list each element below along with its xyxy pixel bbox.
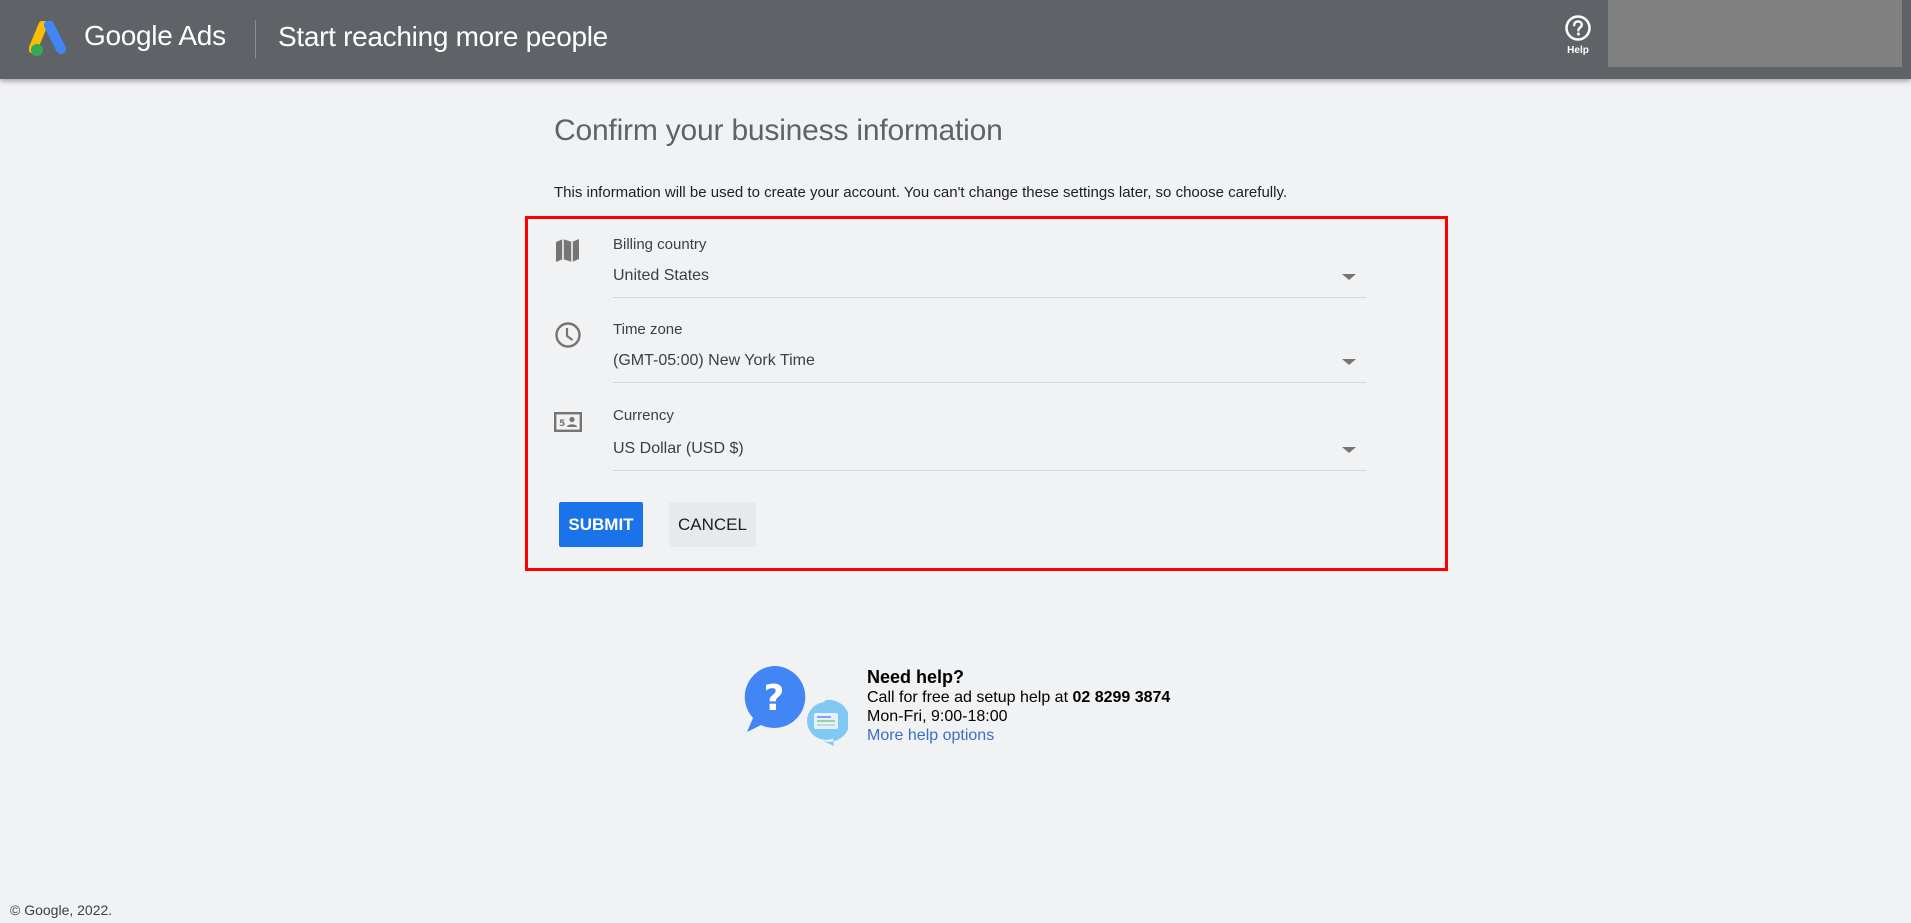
billing-country-value: United States	[613, 267, 710, 284]
billing-country-select[interactable]: United States	[613, 264, 1366, 298]
time-zone-field: Time zone (GMT-05:00) New York Time	[554, 321, 1366, 391]
help-button[interactable]: Help	[1563, 14, 1593, 66]
chevron-down-icon	[1342, 359, 1356, 365]
page-title: Confirm your business information	[554, 114, 1003, 147]
account-area[interactable]	[1608, 0, 1902, 67]
billing-country-label: Billing country	[613, 236, 707, 253]
currency-field: 5 Currency US Dollar (USD $)	[554, 407, 1366, 477]
svg-text:5: 5	[559, 419, 565, 429]
billing-country-field: Billing country United States	[554, 236, 1366, 306]
currency-value: US Dollar (USD $)	[613, 440, 744, 457]
time-zone-value: (GMT-05:00) New York Time	[613, 352, 815, 369]
currency-select[interactable]: US Dollar (USD $)	[613, 437, 1366, 471]
help-label: Help	[1567, 45, 1589, 56]
help-call-text: Call for free ad setup help at	[867, 689, 1073, 706]
svg-text:?: ?	[764, 678, 785, 719]
more-help-options-link[interactable]: More help options	[867, 726, 994, 745]
intro-text: This information will be used to create …	[554, 184, 1288, 201]
header-subtitle: Start reaching more people	[278, 21, 608, 52]
help-chat-illustration-icon: ?	[744, 665, 848, 746]
google-ads-logo-icon	[29, 21, 66, 56]
help-text: Need help? Call for free ad setup help a…	[867, 666, 1267, 745]
help-title: Need help?	[867, 667, 965, 687]
map-icon	[556, 239, 579, 262]
help-hours: Mon-Fri, 9:00-18:00	[867, 708, 1008, 725]
cancel-button[interactable]: CANCEL	[669, 502, 756, 547]
top-bar: Google Ads Start reaching more people He…	[0, 0, 1911, 79]
submit-button[interactable]: SUBMIT	[559, 502, 643, 547]
clock-icon	[555, 322, 581, 348]
time-zone-select[interactable]: (GMT-05:00) New York Time	[613, 349, 1366, 383]
time-zone-label: Time zone	[613, 321, 683, 338]
header-divider	[255, 20, 256, 58]
help-call-line: Call for free ad setup help at 02 8299 3…	[867, 688, 1267, 707]
chevron-down-icon	[1342, 447, 1356, 453]
currency-label: Currency	[613, 407, 674, 424]
copyright-footer: © Google, 2022.	[10, 902, 113, 918]
brand-name: Google Ads	[84, 20, 226, 51]
currency-icon: 5	[554, 412, 582, 433]
help-phone-number: 02 8299 3874	[1072, 689, 1171, 706]
chevron-down-icon	[1342, 274, 1356, 280]
help-circle-icon	[1565, 15, 1591, 41]
